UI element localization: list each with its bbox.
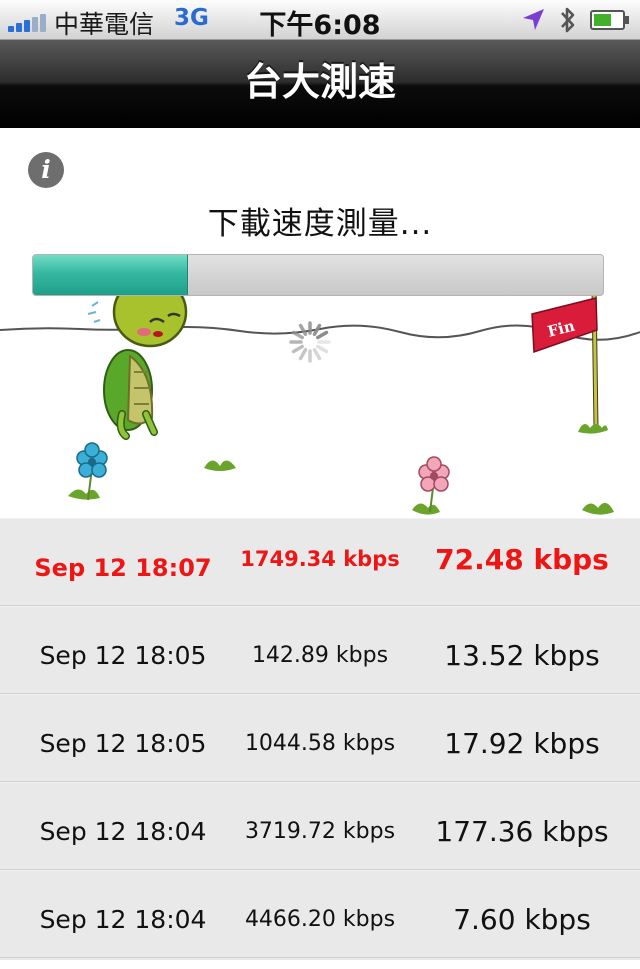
loading-spinner-icon [289,321,331,363]
info-button[interactable]: i [28,152,64,188]
result-speed: 7.60 kbps [453,903,591,936]
carrier-name: 中華電信 [54,10,155,39]
result-speed: 13.52 kbps [444,639,600,672]
result-rate: 142.89 kbps [251,643,389,668]
result-speed: 177.36 kbps [435,815,609,848]
status-bar: 中華電信 3G 下午6:08 [0,0,640,41]
turtle-mascot-icon [87,276,188,440]
result-rate: 3719.72 kbps [244,819,396,844]
signal-icon [8,12,48,32]
page-title: 台大測速 [243,60,396,104]
results-list: Sep 12 18:07 1749.34 kbps 72.48 kbps Sep… [0,518,640,960]
result-rate: 4466.20 kbps [244,907,396,932]
location-arrow-icon [523,9,544,30]
finish-flag-icon: Fin [531,287,608,434]
result-speed: 72.48 kbps [435,543,609,576]
progress-fill [33,255,188,295]
result-row[interactable]: Sep 12 18:04 4466.20 kbps 7.60 kbps [0,870,640,958]
result-row[interactable]: Sep 12 18:07 1749.34 kbps 72.48 kbps [0,518,640,606]
result-rate: 1044.58 kbps [244,731,396,756]
speed-test-panel: Fin i 下載速度測量... [0,128,640,518]
navigation-bar: 台大測速 [0,40,640,128]
pink-flower-icon [418,456,450,492]
result-date: Sep 12 18:05 [39,729,207,758]
result-row[interactable]: Sep 12 18:05 1044.58 kbps 17.92 kbps [0,694,640,782]
result-date: Sep 12 18:04 [39,817,207,846]
result-date: Sep 12 18:07 [34,554,212,582]
network-type: 3G [174,5,209,31]
progress-status-label: 下載速度測量... [207,206,433,242]
info-icon: i [41,155,51,184]
ground-decoration [68,460,614,515]
result-date: Sep 12 18:04 [39,905,207,934]
battery-icon [590,10,629,30]
result-row[interactable]: Sep 12 18:04 3719.72 kbps 177.36 kbps [0,782,640,870]
result-row[interactable]: Sep 12 18:05 142.89 kbps 13.52 kbps [0,606,640,694]
result-speed: 17.92 kbps [444,727,600,760]
bluetooth-icon [561,7,575,33]
download-progress-bar [32,254,604,296]
result-date: Sep 12 18:05 [39,641,207,670]
blue-flower-icon [76,442,108,478]
result-rate: 1749.34 kbps [240,547,400,571]
